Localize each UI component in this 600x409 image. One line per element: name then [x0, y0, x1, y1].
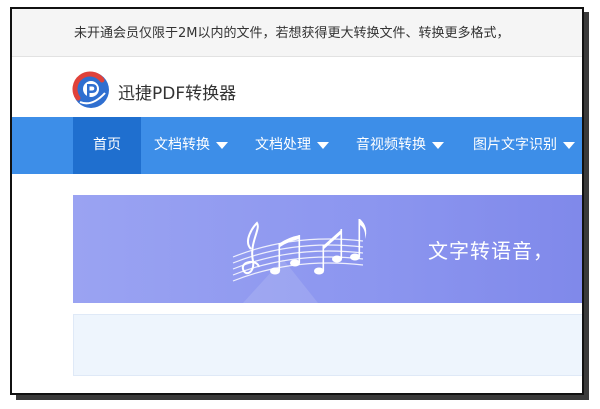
- promo-banner[interactable]: 文字转语音，: [73, 195, 582, 303]
- nav-item-label: 图片文字识别: [473, 137, 557, 153]
- caret-down-icon: [317, 141, 329, 149]
- nav-item-label: 文档处理: [255, 137, 311, 153]
- nav-item-label: 首页: [93, 137, 121, 153]
- caret-down-icon: [432, 141, 444, 149]
- browser-viewport: 未开通会员仅限于2M以内的文件，若想获得更大转换文件、转换更多格式， 迅捷PDF…: [10, 7, 584, 395]
- music-notes-icon: [232, 219, 367, 303]
- caret-down-icon: [216, 141, 228, 149]
- content-panel: P: [73, 314, 582, 376]
- nav-item-audio-video-convert[interactable]: 音视频转换: [356, 117, 444, 174]
- brand-name[interactable]: 迅捷PDF转换器: [118, 79, 236, 104]
- membership-notice-bar: 未开通会员仅限于2M以内的文件，若想获得更大转换文件、转换更多格式，: [12, 9, 582, 57]
- panel-partial-text: P: [581, 335, 582, 350]
- xunjie-logo-icon[interactable]: [72, 71, 110, 109]
- nav-item-document-convert[interactable]: 文档转换: [154, 117, 228, 174]
- site-header: 迅捷PDF转换器: [12, 57, 582, 117]
- nav-item-label: 文档转换: [154, 137, 210, 153]
- banner-title: 文字转语音，: [428, 239, 554, 263]
- nav-item-image-text-ocr[interactable]: 图片文字识别: [473, 117, 575, 174]
- caret-down-icon: [563, 141, 575, 149]
- frame-shadow-bottom: [16, 395, 589, 400]
- nav-item-home[interactable]: 首页: [73, 117, 141, 174]
- membership-notice-text: 未开通会员仅限于2M以内的文件，若想获得更大转换文件、转换更多格式，: [74, 26, 510, 41]
- nav-item-document-process[interactable]: 文档处理: [255, 117, 329, 174]
- frame-shadow-right: [584, 12, 589, 400]
- nav-item-label: 音视频转换: [356, 137, 426, 153]
- main-nav: 首页 文档转换 文档处理 音视频转换 图片文字识别: [12, 117, 582, 174]
